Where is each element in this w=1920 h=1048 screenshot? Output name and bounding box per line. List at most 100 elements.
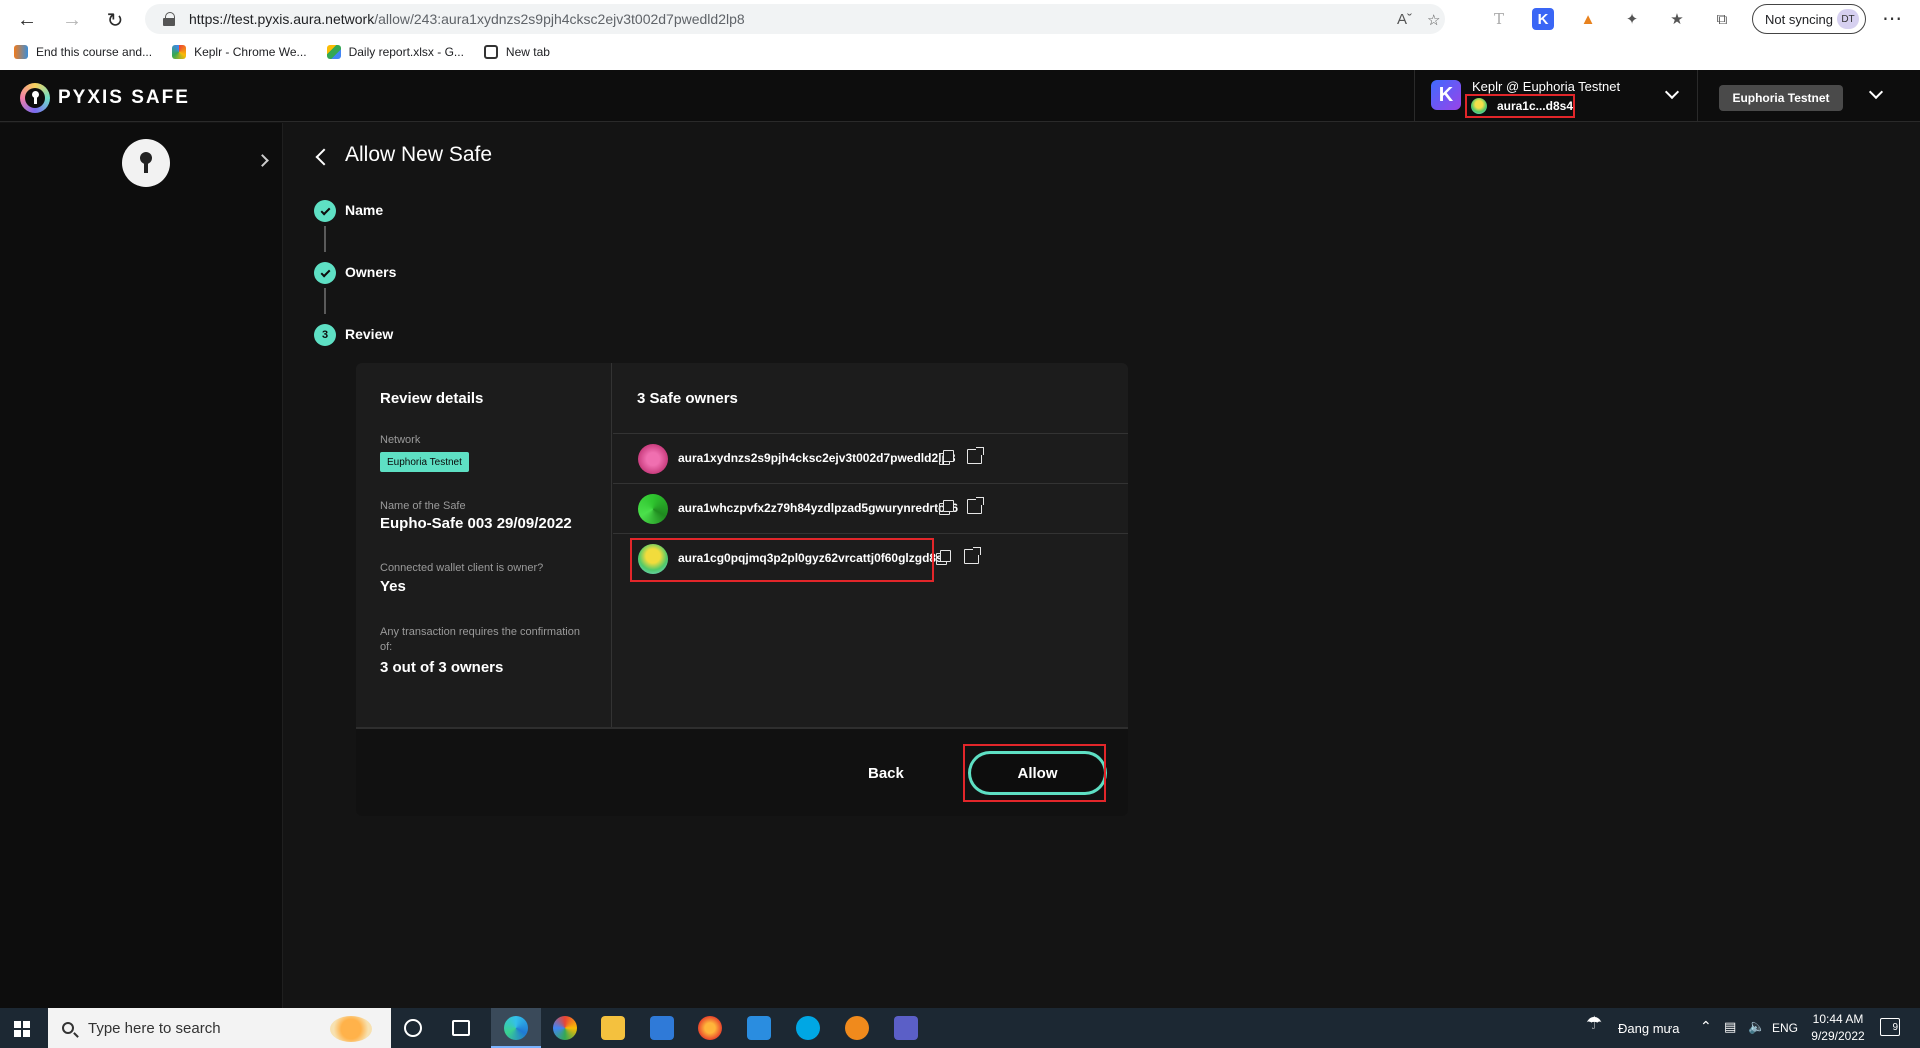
page-title: Allow New Safe bbox=[345, 143, 493, 166]
translate-extension-icon[interactable]: T bbox=[1488, 8, 1510, 30]
bookmark-item[interactable]: Daily report.xlsx - G... bbox=[326, 45, 464, 59]
logo-text[interactable]: PYXIS SAFE bbox=[58, 87, 190, 109]
sync-button[interactable]: Not syncing DT bbox=[1752, 4, 1866, 34]
owner-row: aura1xydnzs2s9pjh4cksc2ejv3t002d7pwedld2… bbox=[613, 433, 1128, 483]
firefox-icon[interactable] bbox=[698, 1016, 722, 1040]
reload-icon[interactable]: ↻ bbox=[98, 4, 132, 36]
threshold-label: Any transaction requires the confirmatio… bbox=[380, 626, 580, 653]
task-view-icon[interactable] bbox=[452, 1020, 470, 1036]
address-bar[interactable]: https://test.pyxis.aura.network/allow/24… bbox=[145, 4, 1445, 34]
back-chevron-icon[interactable] bbox=[315, 148, 333, 166]
owners-title: 3 Safe owners bbox=[637, 390, 738, 407]
external-link-icon[interactable] bbox=[967, 447, 984, 464]
allow-highlight-box bbox=[963, 744, 1106, 802]
back-arrow-icon[interactable]: ← bbox=[10, 4, 44, 36]
step-label-name: Name bbox=[345, 202, 384, 218]
extensions-icon[interactable]: ✦ bbox=[1621, 8, 1643, 30]
profile-avatar: DT bbox=[1837, 9, 1859, 29]
wallet-connector[interactable]: K Keplr @ Euphoria Testnet aura1c...d8s4 bbox=[1414, 70, 1698, 122]
step-label-owners: Owners bbox=[345, 264, 397, 280]
owners-panel: 3 Safe owners aura1xydnzs2s9pjh4cksc2ejv… bbox=[613, 363, 1128, 727]
teams-icon[interactable] bbox=[894, 1016, 918, 1040]
step-connector bbox=[324, 226, 326, 252]
copy-icon[interactable] bbox=[936, 550, 951, 565]
threshold-value: 3 out of 3 owners bbox=[380, 659, 504, 676]
metamask-extension-icon[interactable]: ▲ bbox=[1577, 8, 1599, 30]
chevron-down-icon[interactable] bbox=[1664, 84, 1680, 100]
skype-icon[interactable] bbox=[796, 1016, 820, 1040]
safe-key-icon[interactable] bbox=[122, 139, 170, 187]
step-label-review: Review bbox=[345, 326, 394, 342]
cortana-icon[interactable] bbox=[404, 1019, 422, 1037]
network-selector[interactable]: Euphoria Testnet bbox=[1719, 85, 1843, 111]
taskbar-search[interactable]: Type here to search bbox=[48, 1008, 391, 1048]
chevron-right-icon[interactable] bbox=[256, 154, 269, 167]
owner-avatar bbox=[638, 494, 668, 524]
url-text[interactable]: https://test.pyxis.aura.network/allow/24… bbox=[189, 11, 745, 27]
chrome-icon[interactable] bbox=[553, 1016, 577, 1040]
language-indicator[interactable]: ENG bbox=[1772, 1021, 1798, 1035]
step-connector bbox=[324, 288, 326, 314]
weather-text[interactable]: Đang mưa bbox=[1618, 1021, 1679, 1036]
new-tab-icon bbox=[483, 45, 498, 59]
external-link-icon[interactable] bbox=[964, 547, 981, 564]
bookmark-item[interactable]: New tab bbox=[483, 45, 550, 59]
bookmark-favicon-icon bbox=[14, 45, 28, 59]
keplr-icon: K bbox=[1431, 80, 1461, 110]
check-icon bbox=[320, 267, 330, 277]
taskbar: Type here to search ☂ Đang mưa ⌃ ▤ 🔈 ENG… bbox=[0, 1008, 1920, 1048]
sync-label: Not syncing bbox=[1765, 11, 1833, 27]
review-card: Review details Network Euphoria Testnet … bbox=[356, 363, 1128, 816]
card-footer: Back Allow bbox=[356, 727, 1128, 816]
search-placeholder: Type here to search bbox=[88, 1019, 221, 1037]
keplr-extension-icon[interactable]: K bbox=[1532, 8, 1554, 30]
volume-icon[interactable]: 🔈 bbox=[1748, 1018, 1765, 1035]
lock-icon[interactable] bbox=[163, 12, 177, 26]
external-link-icon[interactable] bbox=[967, 497, 984, 514]
file-explorer-icon[interactable] bbox=[601, 1016, 625, 1040]
review-details-title: Review details bbox=[380, 390, 484, 407]
wallet-address-highlight[interactable]: aura1c...d8s4 bbox=[1465, 94, 1575, 118]
step-done-icon bbox=[314, 200, 336, 222]
owner-row: aura1cg0pqjmq3p2pl0gyz62vrcattj0f60glzgd… bbox=[613, 533, 1128, 583]
forward-arrow-icon[interactable]: → bbox=[55, 4, 89, 36]
owner-address: aura1whczpvfx2z79h84yzdlpzad5gwurynredrt… bbox=[678, 501, 959, 515]
owner-question-label: Connected wallet client is owner? bbox=[380, 562, 544, 574]
tray-chevron-icon[interactable]: ⌃ bbox=[1700, 1018, 1712, 1035]
mail-icon[interactable] bbox=[747, 1016, 771, 1040]
app-icon[interactable] bbox=[845, 1016, 869, 1040]
owner-address: aura1xydnzs2s9pjh4cksc2ejv3t002d7pwedld2… bbox=[678, 451, 956, 465]
notification-icon[interactable]: 9 bbox=[1880, 1018, 1900, 1036]
browser-toolbar: ← → ↻ https://test.pyxis.aura.network/al… bbox=[0, 0, 1920, 70]
clock-date[interactable]: 9/29/2022 bbox=[1806, 1029, 1870, 1043]
collections-icon[interactable]: ⧉ bbox=[1711, 8, 1733, 30]
sidebar bbox=[0, 123, 283, 1008]
bookmark-item[interactable]: Keplr - Chrome We... bbox=[172, 45, 307, 59]
safe-name-value: Eupho-Safe 003 29/09/2022 bbox=[380, 515, 572, 532]
bookmarks-bar: End this course and... Keplr - Chrome We… bbox=[14, 41, 550, 63]
more-menu-icon[interactable]: ⋯ bbox=[1882, 6, 1902, 31]
copy-icon[interactable] bbox=[939, 450, 954, 465]
back-button[interactable]: Back bbox=[868, 765, 904, 782]
owner-highlight-box bbox=[630, 538, 934, 582]
owner-row: aura1whczpvfx2z79h84yzdlpzad5gwurynredrt… bbox=[613, 483, 1128, 533]
clock-time[interactable]: 10:44 AM bbox=[1808, 1012, 1868, 1026]
keyhole-icon bbox=[32, 91, 39, 105]
windows-start-icon[interactable] bbox=[14, 1021, 30, 1037]
bookmark-item[interactable]: End this course and... bbox=[14, 45, 152, 59]
wallet-avatar bbox=[1471, 98, 1487, 114]
wallet-address: aura1c...d8s4 bbox=[1496, 99, 1573, 113]
edge-icon[interactable] bbox=[504, 1016, 528, 1040]
network-icon[interactable]: ▤ bbox=[1724, 1019, 1736, 1035]
copy-icon[interactable] bbox=[939, 500, 954, 515]
read-aloud-icon[interactable]: Aˇ bbox=[1397, 11, 1412, 28]
weather-icon[interactable]: ☂ bbox=[1586, 1013, 1602, 1034]
store-icon[interactable] bbox=[650, 1016, 674, 1040]
step-done-icon bbox=[314, 262, 336, 284]
network-label: Network bbox=[380, 434, 421, 446]
wallet-name: Keplr @ Euphoria Testnet bbox=[1472, 79, 1621, 94]
search-highlight-icon bbox=[330, 1016, 372, 1042]
notification-count: 9 bbox=[1892, 1022, 1898, 1033]
add-favorite-icon[interactable]: ☆ bbox=[1427, 11, 1440, 29]
favorites-icon[interactable]: ★ bbox=[1666, 8, 1688, 30]
